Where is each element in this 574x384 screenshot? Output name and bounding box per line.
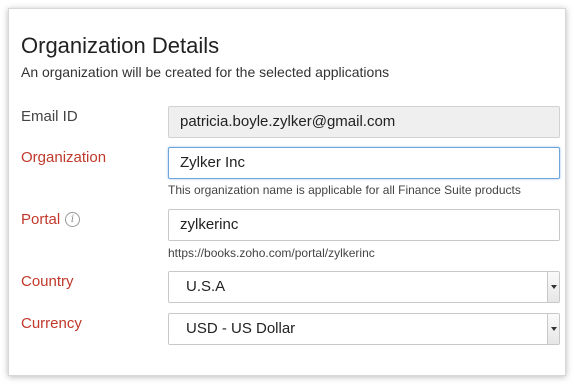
- country-select[interactable]: U.S.A: [168, 271, 560, 303]
- currency-select[interactable]: USD - US Dollar: [168, 313, 560, 345]
- info-icon[interactable]: i: [65, 212, 80, 227]
- country-label: Country: [21, 273, 74, 290]
- country-selected-value: U.S.A: [186, 278, 226, 295]
- organization-hint: This organization name is applicable for…: [168, 183, 521, 197]
- currency-label: Currency: [21, 315, 82, 332]
- currency-selected-value: USD - US Dollar: [186, 320, 296, 337]
- chevron-down-icon[interactable]: [547, 272, 559, 302]
- chevron-down-icon[interactable]: [547, 314, 559, 344]
- email-field: patricia.boyle.zylker@gmail.com: [168, 106, 560, 138]
- organization-input[interactable]: Zylker Inc: [168, 147, 560, 179]
- email-label: Email ID: [21, 108, 78, 125]
- page-subtitle: An organization will be created for the …: [21, 64, 390, 80]
- portal-label: Portal: [21, 211, 61, 228]
- portal-url-hint: https://books.zoho.com/portal/zylkerinc: [168, 246, 375, 260]
- page-title: Organization Details: [21, 33, 220, 58]
- organization-label: Organization: [21, 149, 107, 166]
- portal-input[interactable]: zylkerinc: [168, 209, 560, 241]
- organization-details-panel: Organization Details An organization wil…: [8, 8, 566, 376]
